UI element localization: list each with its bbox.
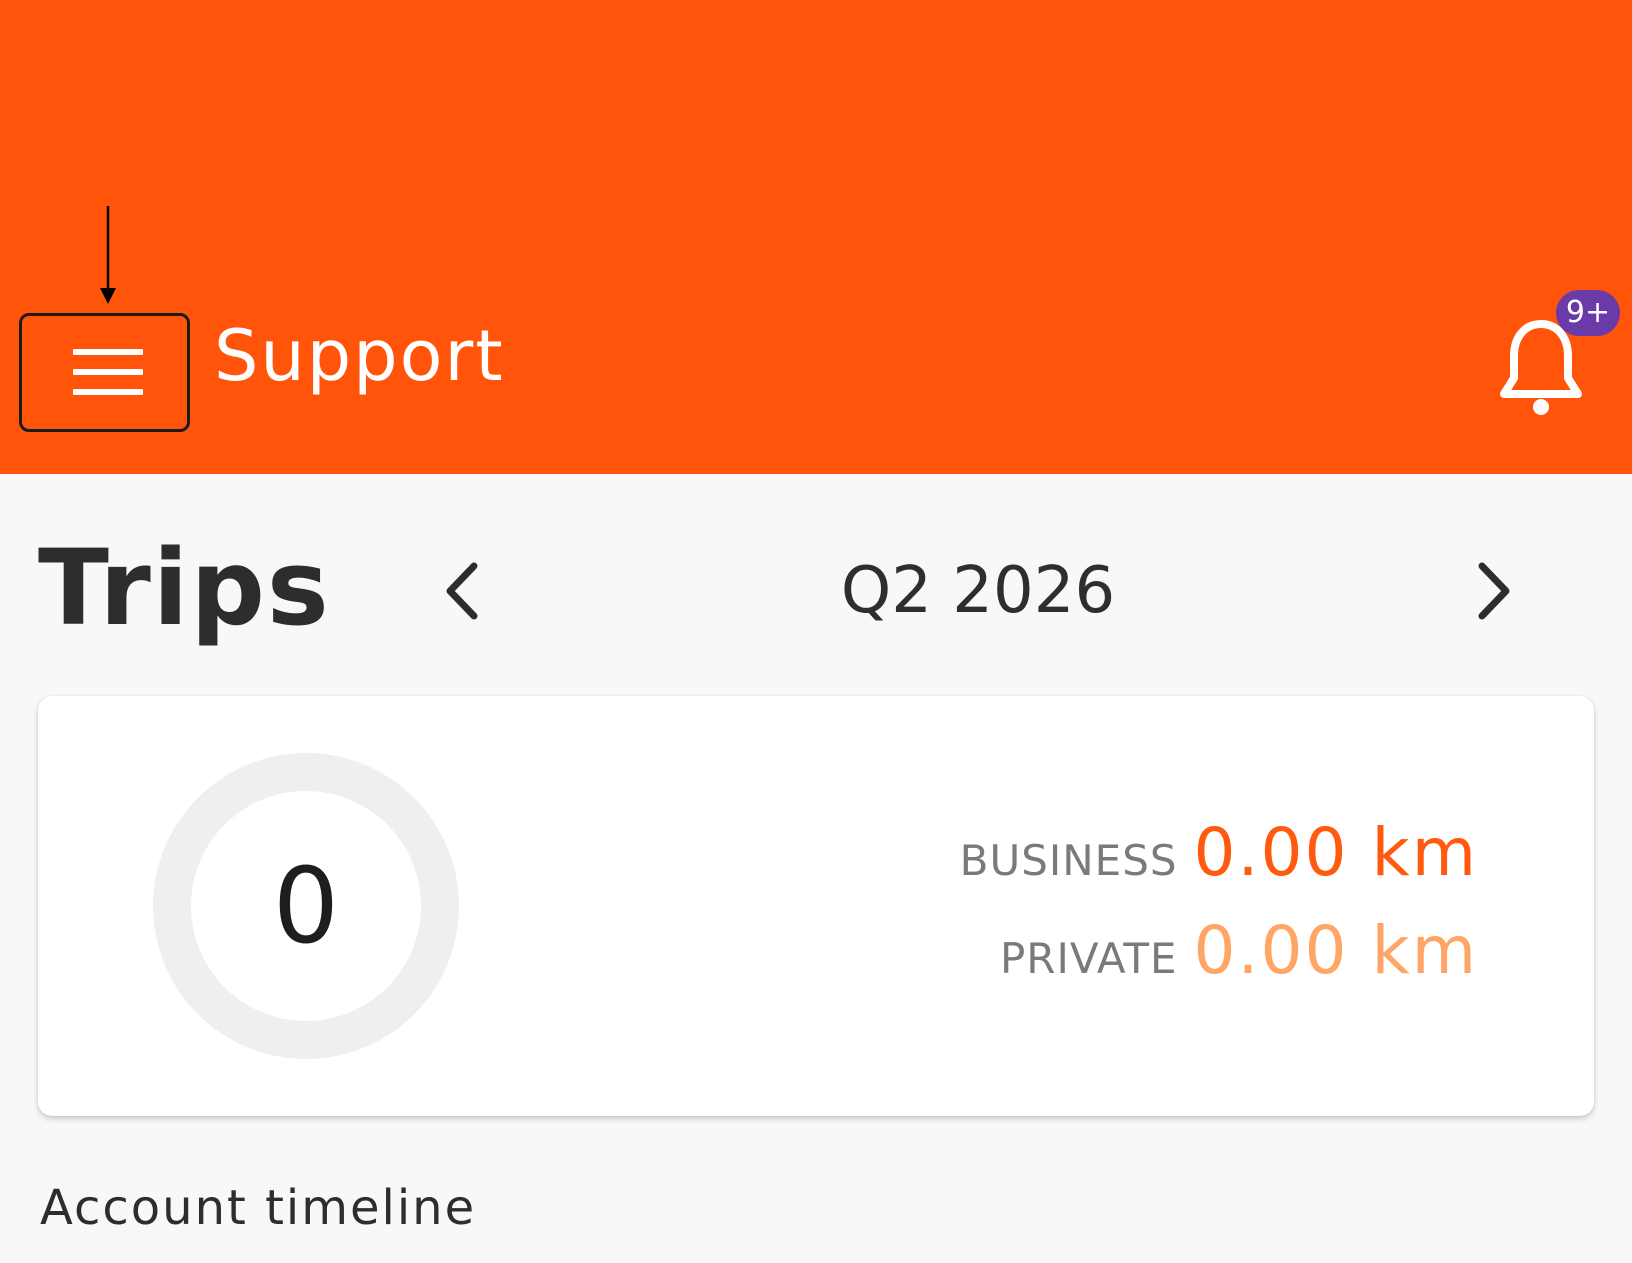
page-title: Trips: [38, 527, 331, 649]
private-value: 0.00 km: [1193, 912, 1478, 989]
chevron-left-icon[interactable]: [438, 558, 488, 624]
hamburger-menu-icon: [73, 349, 143, 395]
chevron-right-icon[interactable]: [1468, 558, 1518, 624]
app-header: [0, 0, 1632, 474]
menu-button[interactable]: [19, 313, 190, 432]
notification-badge: 9+: [1556, 290, 1620, 336]
annotation-arrow-icon: [100, 206, 116, 304]
header-title: Support: [214, 315, 505, 397]
trip-count-ring: 0: [153, 753, 459, 1059]
period-label: Q2 2026: [840, 554, 1116, 628]
business-distance-row: BUSINESS 0.00 km: [959, 814, 1478, 891]
private-label: PRIVATE: [999, 934, 1178, 983]
business-label: BUSINESS: [959, 836, 1178, 885]
trip-stats-card: 0 BUSINESS 0.00 km PRIVATE 0.00 km: [38, 696, 1594, 1116]
account-timeline-heading: Account timeline: [40, 1180, 477, 1236]
private-distance-row: PRIVATE 0.00 km: [999, 912, 1478, 989]
business-value: 0.00 km: [1193, 814, 1478, 891]
trip-count: 0: [272, 845, 340, 967]
